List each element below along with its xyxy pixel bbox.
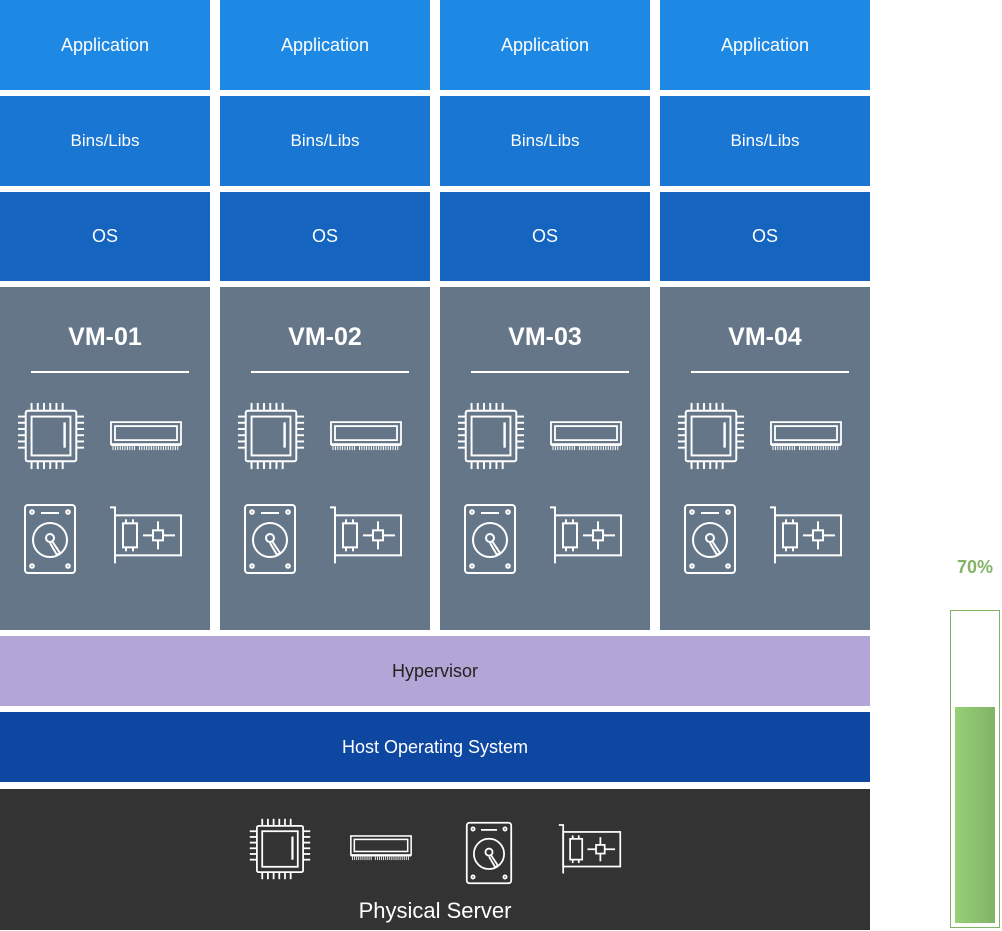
bins-libs-label: Bins/Libs — [730, 131, 800, 150]
guest-os-label: OS — [311, 226, 338, 246]
application-block: Application — [660, 0, 870, 90]
application-label: Application — [60, 34, 150, 55]
guest-os-block: OS — [0, 192, 210, 281]
guest-os-block: OS — [220, 192, 430, 281]
bins-libs-block: Bins/Libs — [0, 96, 210, 186]
cpu-icon — [248, 817, 312, 886]
application-label: Application — [280, 34, 370, 55]
hypervisor-label: Hypervisor — [391, 660, 479, 681]
bins-libs-block: Bins/Libs — [660, 96, 870, 186]
bins-libs-label: Bins/Libs — [510, 131, 580, 150]
bins-libs-block: Bins/Libs — [440, 96, 650, 186]
guest-os-label: OS — [751, 226, 778, 246]
application-block: Application — [440, 0, 650, 90]
cpu-icon — [236, 401, 306, 476]
application-block: Application — [0, 0, 210, 90]
host-os-label: Host Operating System — [341, 736, 529, 757]
progress-bar-fill — [955, 707, 995, 923]
vm-divider — [471, 371, 629, 373]
hard-drive-icon — [23, 503, 77, 580]
application-block: Application — [220, 0, 430, 90]
physical-server-label: Physical Server — [358, 898, 512, 923]
vm-title: VM-02 — [288, 323, 362, 351]
application-label: Application — [720, 34, 810, 55]
network-card-icon — [549, 505, 623, 571]
hypervisor-layer: Hypervisor — [0, 636, 870, 706]
bins-libs-label: Bins/Libs — [70, 131, 140, 150]
hard-drive-icon — [465, 821, 513, 890]
guest-os-block: OS — [660, 192, 870, 281]
network-card-icon — [769, 505, 843, 571]
vm-title: VM-04 — [728, 323, 802, 351]
ram-icon — [330, 421, 402, 456]
ram-icon — [550, 421, 622, 456]
cpu-icon — [456, 401, 526, 476]
network-card-icon — [109, 505, 183, 571]
vm-divider — [251, 371, 409, 373]
network-card-icon — [329, 505, 403, 571]
bins-libs-block: Bins/Libs — [220, 96, 430, 186]
vm-divider — [691, 371, 849, 373]
vm-block: VM-04 — [660, 287, 870, 630]
vm-block: VM-03 — [440, 287, 650, 630]
hard-drive-icon — [243, 503, 297, 580]
network-card-icon — [558, 823, 622, 880]
cpu-icon — [676, 401, 746, 476]
vm-title: VM-01 — [68, 323, 142, 351]
guest-os-label: OS — [531, 226, 558, 246]
application-label: Application — [500, 34, 590, 55]
vm-block: VM-02 — [220, 287, 430, 630]
cpu-icon — [16, 401, 86, 476]
vm-block: VM-01 — [0, 287, 210, 630]
ram-icon — [350, 835, 412, 866]
guest-os-label: OS — [91, 226, 118, 246]
vm-title: VM-03 — [508, 323, 582, 351]
ram-icon — [110, 421, 182, 456]
ram-icon — [770, 421, 842, 456]
guest-os-block: OS — [440, 192, 650, 281]
vm-divider — [31, 371, 189, 373]
hard-drive-icon — [463, 503, 517, 580]
progress-label: 70% — [956, 557, 994, 577]
bins-libs-label: Bins/Libs — [290, 131, 360, 150]
physical-server-layer: Physical Server — [0, 789, 870, 930]
progress-bar — [950, 610, 1000, 928]
host-os-layer: Host Operating System — [0, 712, 870, 782]
hard-drive-icon — [683, 503, 737, 580]
